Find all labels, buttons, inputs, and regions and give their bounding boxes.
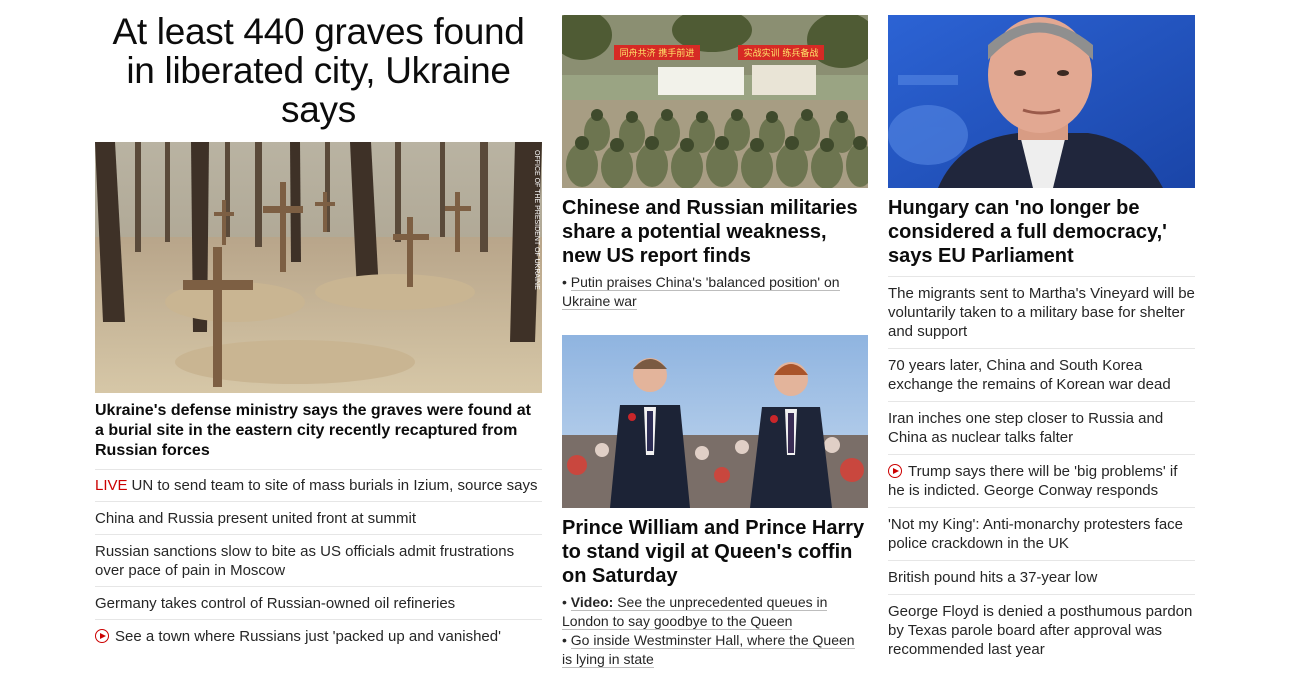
list-item[interactable]: Trump says there will be 'big problems' …: [888, 454, 1195, 507]
list-item-text: George Floyd is denied a posthumous pard…: [888, 603, 1193, 658]
main-story-column: At least 440 graves found in liberated c…: [95, 0, 542, 652]
list-item[interactable]: The migrants sent to Martha's Vineyard w…: [888, 276, 1195, 348]
graves-photo[interactable]: OFFICE OF THE PRESIDENT OF UKRAINE: [95, 142, 542, 393]
related-link[interactable]: • Video: See the unprecedented queues in…: [562, 593, 868, 631]
list-item-text: UN to send team to site of mass burials …: [131, 477, 538, 494]
related-link-text: Go inside Westminster Hall, where the Qu…: [562, 632, 855, 668]
list-item[interactable]: 70 years later, China and South Korea ex…: [888, 348, 1195, 401]
list-item-text: Trump says there will be 'big problems' …: [888, 463, 1178, 499]
list-item[interactable]: George Floyd is denied a posthumous pard…: [888, 594, 1195, 666]
list-item[interactable]: See a town where Russians just 'packed u…: [95, 619, 542, 652]
live-badge: LIVE: [95, 477, 128, 494]
play-circle-icon: [95, 629, 109, 643]
military-photo[interactable]: 同舟共济 携手前进 实战实训 练兵备战: [562, 15, 868, 188]
list-item-text: Russian sanctions slow to bite as US off…: [95, 543, 515, 579]
story-title[interactable]: Hungary can 'no longer be considered a f…: [888, 196, 1195, 268]
list-item[interactable]: China and Russia present united front at…: [95, 501, 542, 534]
list-item-text: 70 years later, China and South Korea ex…: [888, 357, 1171, 393]
story-title[interactable]: Prince William and Prince Harry to stand…: [562, 516, 868, 588]
list-item-text: British pound hits a 37-year low: [888, 569, 1098, 586]
photo-credit: OFFICE OF THE PRESIDENT OF UKRAINE: [533, 150, 540, 290]
list-item[interactable]: Germany takes control of Russian-owned o…: [95, 586, 542, 619]
related-link[interactable]: • Go inside Westminster Hall, where the …: [562, 631, 868, 669]
third-stories-column: Hungary can 'no longer be considered a f…: [888, 0, 1195, 666]
video-label: Video:: [570, 594, 614, 610]
list-item[interactable]: Iran inches one step closer to Russia an…: [888, 401, 1195, 454]
play-circle-icon: [888, 464, 902, 478]
princes-photo[interactable]: [562, 335, 868, 508]
main-subhead[interactable]: Ukraine's defense ministry says the grav…: [95, 401, 542, 461]
list-item[interactable]: 'Not my King': Anti-monarchy protesters …: [888, 507, 1195, 560]
list-item-text: See a town where Russians just 'packed u…: [115, 628, 501, 645]
list-item-text: 'Not my King': Anti-monarchy protesters …: [888, 516, 1184, 552]
secondary-stories-column: 同舟共济 携手前进 实战实训 练兵备战 Chinese and Russian …: [562, 0, 868, 669]
related-link-text: Putin praises China's 'balanced position…: [562, 274, 840, 310]
main-headline[interactable]: At least 440 graves found in liberated c…: [95, 12, 542, 130]
banner-left: 同舟共济 携手前进: [620, 47, 695, 59]
list-item[interactable]: British pound hits a 37-year low: [888, 560, 1195, 594]
story-title[interactable]: Chinese and Russian militaries share a p…: [562, 196, 868, 268]
list-item-text: Germany takes control of Russian-owned o…: [95, 595, 456, 612]
list-item-text: Iran inches one step closer to Russia an…: [888, 410, 1164, 446]
col3-related-list: The migrants sent to Martha's Vineyard w…: [888, 276, 1195, 666]
list-item-text: China and Russia present united front at…: [95, 510, 416, 527]
main-related-list: LIVE UN to send team to site of mass buri…: [95, 469, 542, 652]
list-item[interactable]: Russian sanctions slow to bite as US off…: [95, 534, 542, 586]
banner-right: 实战实训 练兵备战: [744, 47, 819, 59]
list-item[interactable]: LIVE UN to send team to site of mass buri…: [95, 469, 542, 501]
list-item-text: The migrants sent to Martha's Vineyard w…: [888, 285, 1195, 340]
orban-photo[interactable]: [888, 15, 1195, 188]
related-link[interactable]: • Putin praises China's 'balanced positi…: [562, 273, 868, 311]
